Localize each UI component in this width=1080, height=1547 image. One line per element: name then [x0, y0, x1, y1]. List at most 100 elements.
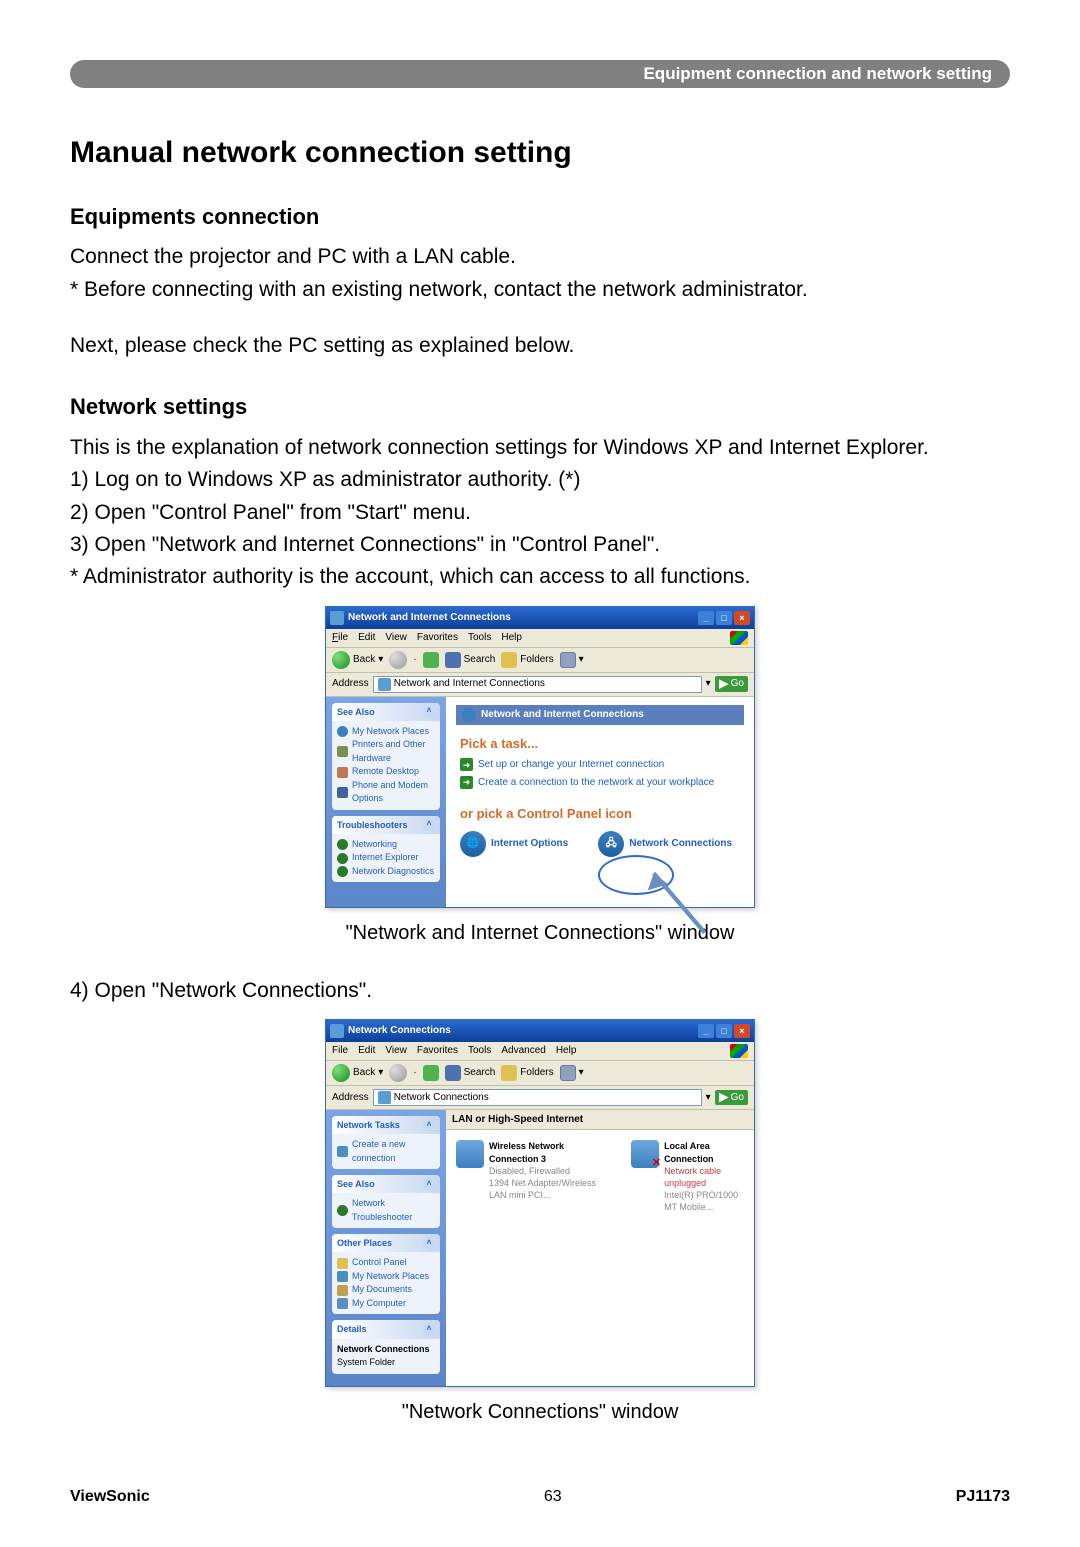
sec2-l3: 3) Open "Network and Internet Connection… — [70, 531, 1010, 559]
details-label: Details — [337, 1323, 367, 1335]
folders-button[interactable]: Folders — [501, 1065, 553, 1081]
folders-button[interactable]: Folders — [501, 652, 553, 668]
sidebar-item-mynet[interactable]: My Network Places — [337, 1270, 435, 1284]
menu-tools[interactable]: Tools — [468, 1044, 491, 1058]
windows-flag-icon — [730, 631, 748, 645]
toolbar: Back ▾ · Search Folders ▾ — [326, 648, 754, 673]
internet-options-icon[interactable]: 🌐Internet Options — [460, 831, 568, 857]
sec1-p2: * Before connecting with an existing net… — [70, 276, 1010, 304]
menu-favorites[interactable]: Favorites — [417, 631, 458, 645]
menubar: File Edit View Favorites Tools Help — [326, 629, 754, 648]
address-label: Address — [332, 1091, 369, 1105]
sidebar-item-ie[interactable]: Internet Explorer — [337, 851, 435, 865]
caption1: "Network and Internet Connections" windo… — [70, 920, 1010, 947]
details-panel: Details˄ Network Connections System Fold… — [332, 1320, 440, 1373]
menu-edit[interactable]: Edit — [358, 631, 375, 645]
conn-name: Wireless Network Connection 3 — [489, 1140, 601, 1164]
sidebar-item-cp[interactable]: Control Panel — [337, 1256, 435, 1270]
sec1-p1: Connect the projector and PC with a LAN … — [70, 243, 1010, 271]
address-dropdown[interactable]: ▾ — [706, 677, 711, 691]
menu-view[interactable]: View — [385, 1044, 407, 1058]
titlebar: Network Connections _ □ × — [326, 1020, 754, 1042]
menu-advanced[interactable]: Advanced — [501, 1044, 545, 1058]
task-create-workplace[interactable]: ➜Create a connection to the network at y… — [460, 776, 744, 790]
go-button[interactable]: Go — [715, 1090, 748, 1106]
menu-edit[interactable]: Edit — [358, 1044, 375, 1058]
address-input[interactable]: Network Connections — [373, 1089, 702, 1106]
forward-button[interactable] — [389, 651, 407, 669]
sec2-l2: 2) Open "Control Panel" from "Start" men… — [70, 499, 1010, 527]
close-button[interactable]: × — [734, 611, 750, 625]
sidebar-item-diag[interactable]: Network Diagnostics — [337, 865, 435, 879]
up-button[interactable] — [423, 1065, 439, 1081]
views-button[interactable]: ▾ — [560, 652, 584, 668]
task-setup-internet[interactable]: ➜Set up or change your Internet connecti… — [460, 758, 744, 772]
connection-lan[interactable]: Local Area Connection Network cable unpl… — [631, 1140, 744, 1213]
sidebar-item-networking[interactable]: Networking — [337, 838, 435, 852]
sidebar-item-printers[interactable]: Printers and Other Hardware — [337, 738, 435, 765]
back-button[interactable]: Back ▾ — [332, 651, 383, 669]
sec1-p3: Next, please check the PC setting as exp… — [70, 332, 1010, 360]
menubar: File Edit View Favorites Tools Advanced … — [326, 1042, 754, 1061]
details-name: Network Connections — [337, 1344, 430, 1354]
sidebar-item-mydocs[interactable]: My Documents — [337, 1283, 435, 1297]
sidebar-item-newconn[interactable]: Create a new connection — [337, 1138, 435, 1165]
up-button[interactable] — [423, 652, 439, 668]
maximize-button[interactable]: □ — [716, 1024, 732, 1038]
conn-adapter: Intel(R) PRO/1000 MT Mobile... — [664, 1189, 744, 1213]
menu-help[interactable]: Help — [501, 631, 522, 645]
collapse-icon[interactable]: ˄ — [423, 1323, 435, 1335]
conn-status: Disabled, Firewalled — [489, 1165, 601, 1177]
window-icon — [330, 1024, 344, 1038]
footer-model: PJ1173 — [956, 1486, 1010, 1508]
menu-view[interactable]: View — [385, 631, 407, 645]
back-button[interactable]: Back ▾ — [332, 1064, 383, 1082]
sec2-l1: 1) Log on to Windows XP as administrator… — [70, 466, 1010, 494]
section1-heading: Equipments connection — [70, 202, 1010, 232]
see-also-panel: See Also˄ My Network Places Printers and… — [332, 703, 440, 810]
sidebar-item-phone[interactable]: Phone and Modem Options — [337, 779, 435, 806]
page-footer: ViewSonic 63 PJ1173 — [70, 1486, 1010, 1508]
menu-tools[interactable]: Tools — [468, 631, 491, 645]
sidebar-item-troubleshoot[interactable]: Network Troubleshooter — [337, 1197, 435, 1224]
collapse-icon[interactable]: ˄ — [423, 1119, 435, 1131]
section2-heading: Network settings — [70, 392, 1010, 422]
collapse-icon[interactable]: ˄ — [423, 1178, 435, 1190]
go-button[interactable]: Go — [715, 676, 748, 692]
address-dropdown[interactable]: ▾ — [706, 1091, 711, 1105]
main-pane: LAN or High-Speed Internet Wireless Netw… — [446, 1110, 754, 1386]
lan-icon — [631, 1140, 659, 1168]
forward-button[interactable] — [389, 1064, 407, 1082]
menu-favorites[interactable]: Favorites — [417, 1044, 458, 1058]
sidebar-item-remote[interactable]: Remote Desktop — [337, 765, 435, 779]
collapse-icon[interactable]: ˄ — [423, 819, 435, 831]
views-button[interactable]: ▾ — [560, 1065, 584, 1081]
footer-page: 63 — [544, 1486, 562, 1508]
menu-file[interactable]: File — [332, 1044, 348, 1058]
menu-help[interactable]: Help — [556, 1044, 577, 1058]
category-header: Network and Internet Connections — [456, 705, 744, 725]
maximize-button[interactable]: □ — [716, 611, 732, 625]
address-icon — [378, 1091, 391, 1104]
collapse-icon[interactable]: ˄ — [423, 1237, 435, 1249]
main-pane: Network and Internet Connections Pick a … — [446, 697, 754, 907]
sidebar-item-mynetwork[interactable]: My Network Places — [337, 725, 435, 739]
address-bar: Address Network Connections ▾ Go — [326, 1086, 754, 1110]
screenshot-window-nc: Network Connections _ □ × File Edit View… — [325, 1019, 755, 1387]
collapse-icon[interactable]: ˄ — [423, 706, 435, 718]
menu-file[interactable]: File — [332, 631, 348, 645]
close-button[interactable]: × — [734, 1024, 750, 1038]
window-icon — [330, 611, 344, 625]
sidebar-item-mycomp[interactable]: My Computer — [337, 1297, 435, 1311]
toolbar: Back ▾ · Search Folders ▾ — [326, 1061, 754, 1086]
sec2-p1: This is the explanation of network conne… — [70, 434, 1010, 462]
search-button[interactable]: Search — [445, 1065, 496, 1081]
minimize-button[interactable]: _ — [698, 611, 714, 625]
address-input[interactable]: Network and Internet Connections — [373, 676, 702, 693]
minimize-button[interactable]: _ — [698, 1024, 714, 1038]
network-tasks-label: Network Tasks — [337, 1119, 400, 1131]
window-title: Network Connections — [348, 1024, 451, 1038]
search-button[interactable]: Search — [445, 652, 496, 668]
pick-task-label: Pick a task... — [460, 735, 744, 753]
connection-wireless[interactable]: Wireless Network Connection 3 Disabled, … — [456, 1140, 601, 1213]
